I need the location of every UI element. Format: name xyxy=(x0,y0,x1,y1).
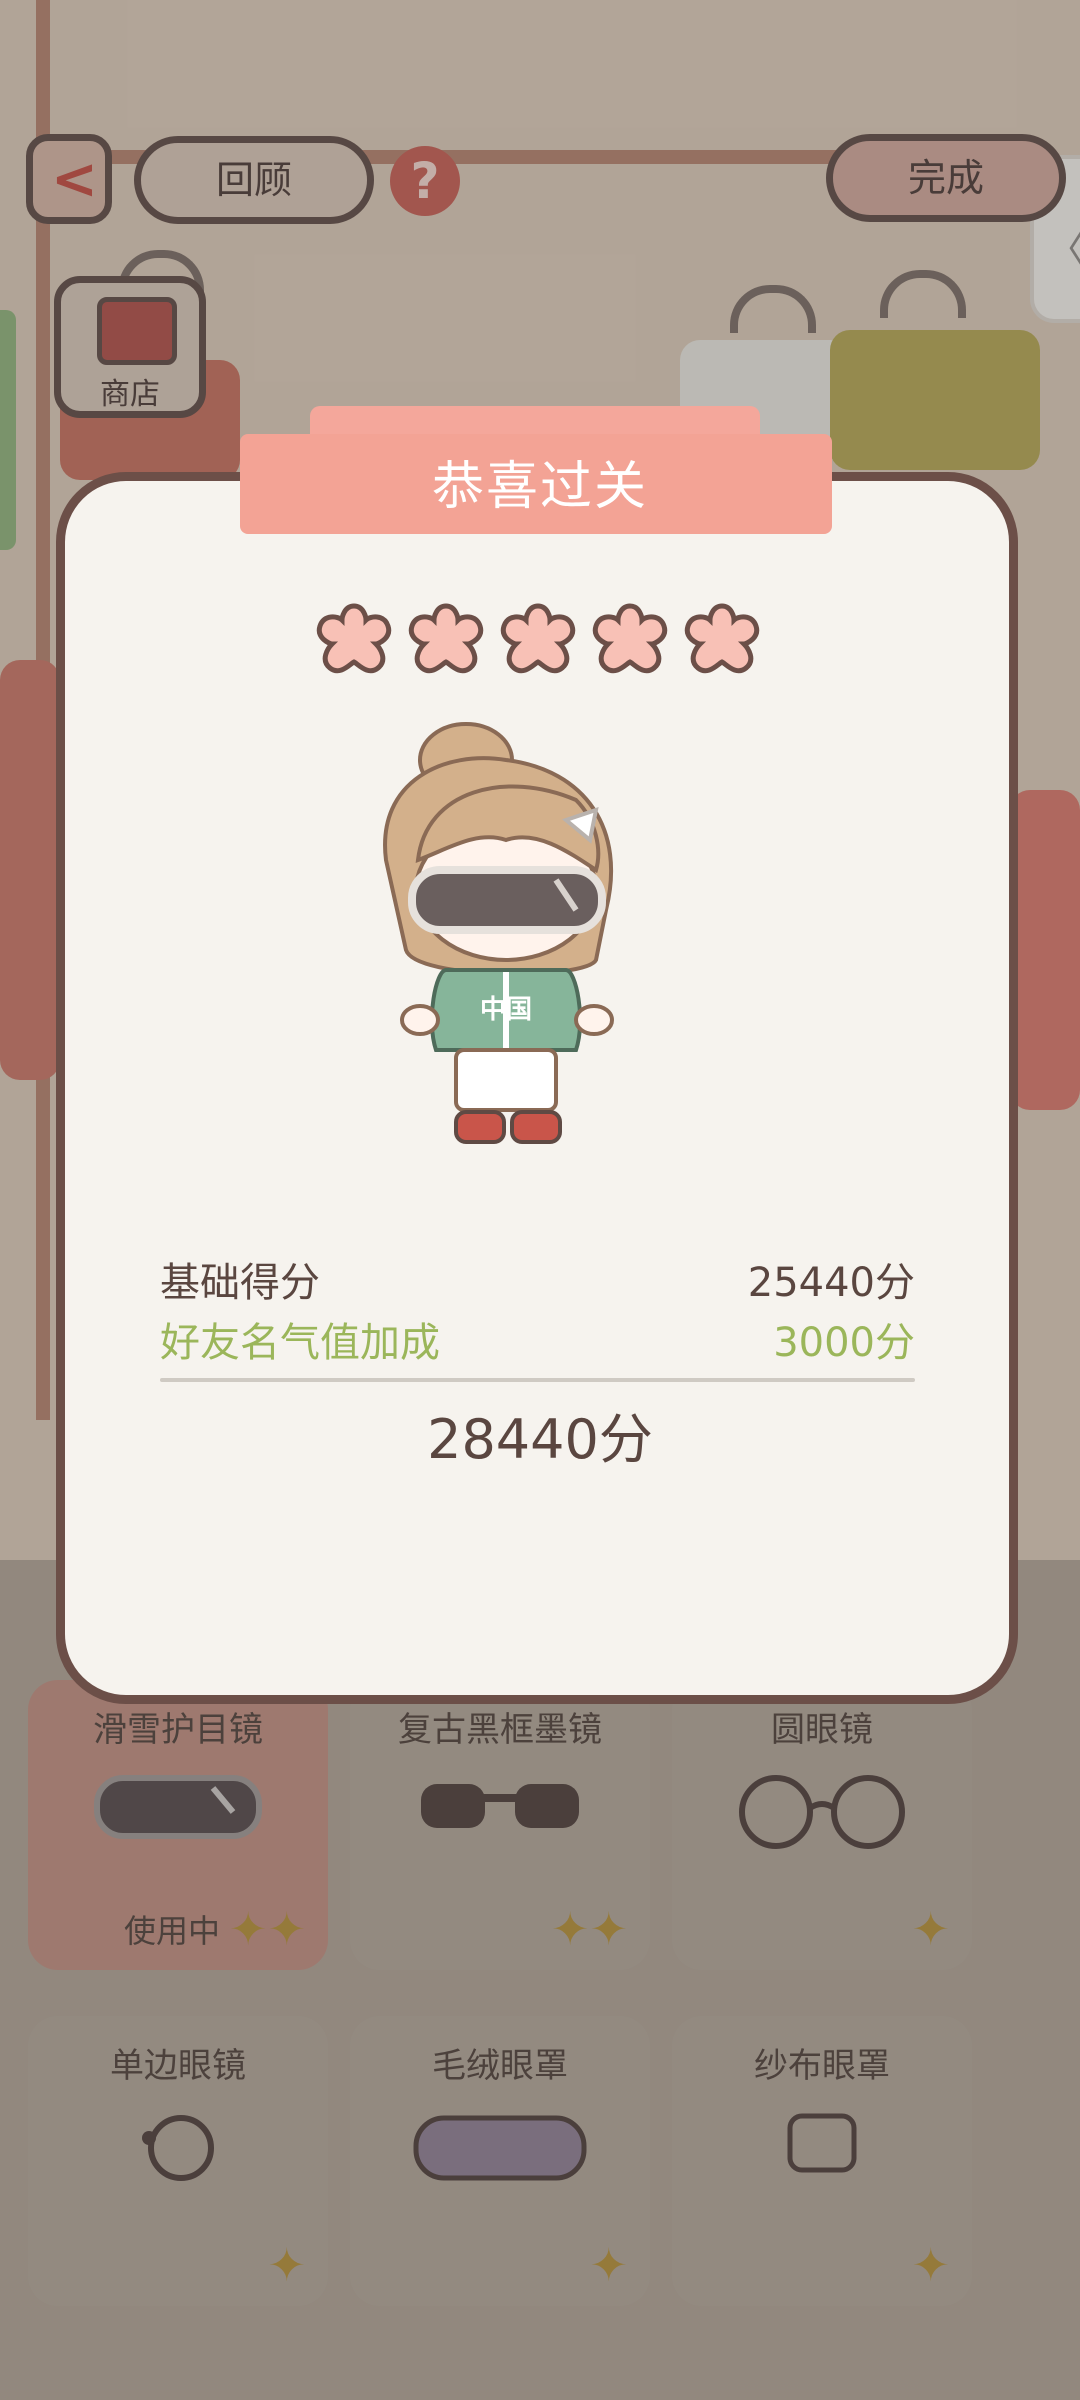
flower-star-icon xyxy=(592,603,668,674)
total-score: 28440分 xyxy=(427,1408,653,1471)
dialog-title: 恭喜过关 xyxy=(431,457,648,517)
star-rating xyxy=(316,602,766,682)
base-score-value: 25440分 xyxy=(747,1260,915,1306)
flower-star-icon xyxy=(408,603,484,674)
flower-star-icon xyxy=(500,603,576,674)
bonus-score-value: 3000分 xyxy=(773,1320,915,1366)
score-table: 基础得分 25440分 好友名气值加成 3000分 xyxy=(160,1250,915,1382)
avatar-shirt-text: 中国 xyxy=(480,995,532,1025)
base-score-row: 基础得分 25440分 xyxy=(160,1250,915,1310)
divider xyxy=(160,1378,915,1382)
base-score-label: 基础得分 xyxy=(160,1260,320,1306)
flower-star-icon xyxy=(684,603,760,674)
bonus-score-row: 好友名气值加成 3000分 xyxy=(160,1310,915,1370)
character-avatar: 中国 xyxy=(383,722,614,1144)
bonus-score-label: 好友名气值加成 xyxy=(160,1320,440,1366)
title-ribbon: 恭喜过关 xyxy=(240,406,840,552)
flower-star-icon xyxy=(316,603,392,674)
